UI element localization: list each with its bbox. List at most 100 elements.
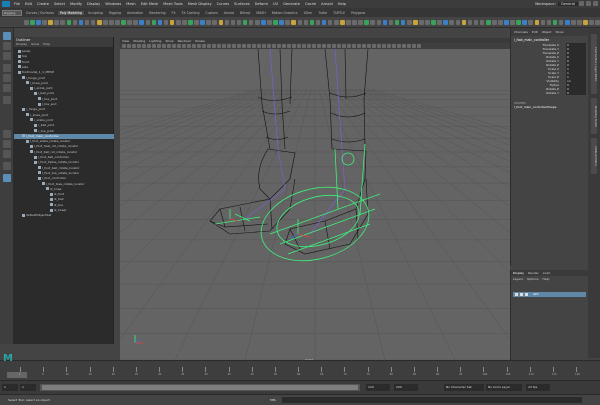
outliner-item[interactable]: ik_knee: [14, 187, 114, 192]
channel-value-field[interactable]: 0: [566, 91, 586, 95]
viewport-menu-item[interactable]: Lighting: [149, 39, 161, 43]
start-time-field[interactable]: 1: [2, 384, 18, 391]
viewport-tool-icon[interactable]: [137, 44, 141, 48]
shelf-tool-icon[interactable]: [60, 19, 66, 25]
viewport-tool-icon[interactable]: [352, 44, 356, 48]
persp-outliner-layout-icon[interactable]: [3, 174, 11, 182]
outliner-item[interactable]: ik_kneer: [14, 208, 114, 213]
menu-item[interactable]: Cache: [305, 2, 316, 6]
shelf-tool-icon[interactable]: [437, 19, 442, 25]
shelf-tool-icon[interactable]: [115, 19, 120, 25]
viewport-tool-icon[interactable]: [302, 44, 306, 48]
viewport-tool-icon[interactable]: [187, 44, 191, 48]
outliner-item[interactable]: top: [14, 54, 114, 59]
viewport-tool-icon[interactable]: [147, 44, 151, 48]
shelf-tool-icon[interactable]: [254, 19, 260, 25]
viewport-tool-icon[interactable]: [407, 44, 411, 48]
outliner-item[interactable]: ik_foot: [14, 192, 114, 197]
viewport-tool-icon[interactable]: [257, 44, 261, 48]
viewport-tool-icon[interactable]: [292, 44, 296, 48]
shelf-tool-icon[interactable]: [145, 19, 151, 25]
viewport-scene[interactable]: [120, 49, 510, 360]
shelf-tool-icon[interactable]: [84, 19, 90, 25]
menu-item[interactable]: Deform: [255, 2, 268, 6]
viewport-tool-icon[interactable]: [317, 44, 321, 48]
viewport-tool-icon[interactable]: [252, 44, 256, 48]
menu-item[interactable]: Edit Mesh: [141, 2, 159, 6]
shelf-tool-icon[interactable]: [413, 19, 418, 25]
shelf-tab-active[interactable]: Poly Modeling: [57, 10, 85, 15]
shelf-tool-icon[interactable]: [352, 19, 357, 25]
viewport-tool-icon[interactable]: [372, 44, 376, 48]
channel-box-menu[interactable]: Show: [555, 30, 563, 34]
outliner-layout-icon[interactable]: [3, 162, 11, 170]
viewport-tool-icon[interactable]: [342, 44, 346, 48]
outliner-item[interactable]: ik_toe: [14, 203, 114, 208]
shelf-tool-icon[interactable]: [540, 19, 546, 25]
close-icon[interactable]: [593, 1, 598, 6]
shelf-tool-icon[interactable]: [504, 19, 509, 25]
shelf-tool-icon[interactable]: [315, 19, 321, 25]
shelf-tool-icon[interactable]: [400, 19, 406, 25]
viewport-tool-icon[interactable]: [417, 44, 421, 48]
shelf-tool-icon[interactable]: [558, 19, 564, 25]
outliner-item[interactable]: r_hinge_joint: [14, 107, 114, 112]
shelf-tool-icon[interactable]: [242, 19, 248, 25]
viewport-menu-item[interactable]: Shading: [133, 39, 145, 43]
shelf-tool-icon[interactable]: [24, 19, 29, 25]
maximize-icon[interactable]: [586, 1, 591, 6]
viewport-tool-icon[interactable]: [142, 44, 146, 48]
tab-attribute-editor[interactable]: Attribute Editor: [591, 138, 597, 174]
viewport-tool-icon[interactable]: [267, 44, 271, 48]
shelf-tool-icon[interactable]: [285, 19, 290, 25]
channel-box-menu[interactable]: Object: [542, 30, 552, 34]
shelf-tool-icon[interactable]: [188, 19, 193, 25]
viewport-tool-icon[interactable]: [262, 44, 266, 48]
shelf-tool-icon[interactable]: [175, 19, 181, 25]
shelf-tool-icon[interactable]: [212, 19, 217, 25]
shelf-tool-icon[interactable]: [218, 19, 224, 25]
shelf-tool-icon[interactable]: [479, 19, 485, 25]
shelf-tool-icon[interactable]: [382, 19, 388, 25]
outliner-item[interactable]: l_hinge_joint: [14, 76, 114, 81]
outliner-item[interactable]: persp: [14, 49, 114, 54]
outliner-item[interactable]: ik_ball: [14, 197, 114, 202]
outliner-menu-item[interactable]: Help: [43, 42, 50, 46]
shelf-tool-icon[interactable]: [224, 19, 230, 25]
viewport-tool-icon[interactable]: [402, 44, 406, 48]
shelf-tool-icon[interactable]: [516, 19, 521, 25]
outliner-item[interactable]: l_toe_joint: [14, 97, 114, 102]
shelf-tool-icon[interactable]: [291, 19, 297, 25]
shelf-tab[interactable]: Motion Graphics: [270, 11, 300, 15]
outliner-item[interactable]: l_ankle_joint: [14, 86, 114, 91]
shelf-tab[interactable]: FX: [170, 11, 178, 15]
shelf-tool-icon[interactable]: [230, 19, 236, 25]
shelf-tool-icon[interactable]: [376, 19, 382, 25]
shelf-tool-icon[interactable]: [333, 19, 339, 25]
shelf-tool-icon[interactable]: [467, 19, 473, 25]
viewport-tool-icon[interactable]: [272, 44, 276, 48]
outliner-item[interactable]: l_foot_heel_rot_rotate_locator: [14, 144, 114, 149]
tab-anim[interactable]: Anim: [543, 271, 551, 275]
mode-select[interactable]: Rigging: [2, 9, 22, 16]
menu-item[interactable]: Help: [338, 2, 346, 6]
shelf-tool-icon[interactable]: [248, 19, 254, 25]
move-manipulator[interactable]: [229, 209, 311, 240]
shelf-tool-icon[interactable]: [261, 19, 266, 25]
viewport-tool-icon[interactable]: [232, 44, 236, 48]
outliner-menu-item[interactable]: Display: [16, 42, 27, 46]
viewport-tool-icon[interactable]: [362, 44, 366, 48]
outliner-item[interactable]: l_foot_tiptoe_rotate_locator: [14, 160, 114, 165]
viewport-tool-icon[interactable]: [212, 44, 216, 48]
shelf-tool-icon[interactable]: [443, 19, 448, 25]
viewport-tool-icon[interactable]: [357, 44, 361, 48]
outliner-item[interactable]: side: [14, 65, 114, 70]
shelf-tool-icon[interactable]: [589, 19, 594, 25]
last-tool-icon[interactable]: [3, 96, 11, 104]
shelf-tool-icon[interactable]: [419, 19, 424, 25]
display-type-icon[interactable]: [525, 293, 528, 296]
viewport-tool-icon[interactable]: [397, 44, 401, 48]
outliner-item[interactable]: l_foot_ball_rotate_locator: [14, 166, 114, 171]
shelf-tool-icon[interactable]: [90, 19, 96, 25]
viewport-tool-icon[interactable]: [217, 44, 221, 48]
